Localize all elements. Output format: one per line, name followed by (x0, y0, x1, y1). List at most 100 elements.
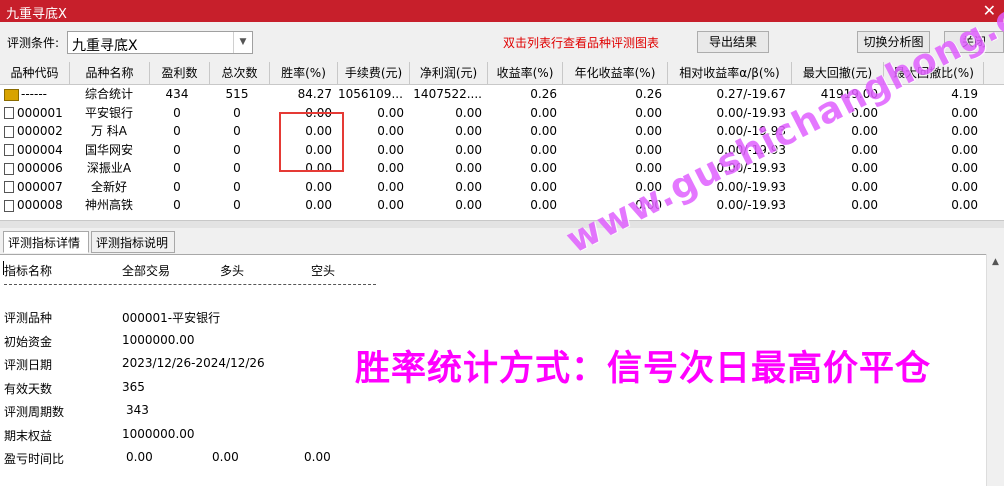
cell-name: 综合统计 (84, 87, 133, 101)
detail-item-all: 343 (126, 403, 149, 417)
tab-bar: 评测指标详情 评测指标说明 (0, 228, 1004, 254)
document-icon (4, 107, 14, 119)
column-header-fee[interactable]: 手续费(元) (338, 62, 410, 84)
cell-net-profit: 1407522.... (413, 87, 482, 101)
document-icon (4, 162, 14, 175)
row-code-text: 000007 (17, 179, 63, 194)
column-header-name[interactable]: 品种名称 (70, 62, 150, 84)
cell-code: 000004 (4, 141, 74, 159)
detail-item-label: 评测日期 (4, 358, 53, 372)
detail-divider (4, 284, 376, 285)
cell-max-drawdown-ratio: 0.00 (951, 124, 978, 138)
cell-net-profit: 0.00 (455, 124, 482, 138)
column-header-net-profit[interactable]: 净利润(元) (410, 62, 488, 84)
cell-win-count: 0 (173, 105, 181, 120)
cell-return-rate: 0.00 (530, 105, 557, 120)
cell-name: 深振业A (86, 161, 132, 175)
cell-annual-return: 0.00 (635, 124, 662, 138)
cell-name: 全新好 (90, 179, 127, 194)
tab-indicator-detail[interactable]: 评测指标详情 (3, 231, 89, 253)
cell-max-drawdown: 0.00 (851, 179, 878, 194)
detail-item-all: 0.00 (126, 450, 153, 464)
table-row[interactable]: 000006 深振业A 0 0 0.00 0.00 0.00 0.00 0.00 0.00/-19… (0, 159, 1004, 178)
cell-fee: 0.00 (377, 198, 404, 212)
cell-win-count: 0 (173, 198, 181, 212)
column-header-win-count[interactable]: 盈利数 (150, 62, 210, 84)
cell-net-profit: 0.00 (455, 198, 482, 212)
table-row[interactable]: 000008 神州高铁 0 0 0.00 0.00 0.00 0.00 0.00 0.00/-19… (0, 196, 1004, 215)
document-icon (4, 125, 14, 138)
window-title: 九重寻底X (6, 7, 67, 22)
cell-fee: 0.00 (377, 142, 404, 157)
detail-header-long: 多头 (220, 264, 245, 278)
detail-item-label: 评测周期数 (4, 405, 65, 419)
column-header-total-count[interactable]: 总次数 (210, 62, 270, 84)
row-code-text: 000008 (17, 198, 63, 212)
cell-return-rate: 0.00 (530, 124, 557, 138)
title-bar: 九重寻底X ✕ (0, 0, 1004, 22)
cell-max-drawdown-ratio: 0.00 (951, 105, 978, 120)
column-header-relative-return[interactable]: 相对收益率α/β(%) (668, 62, 792, 84)
scroll-up-icon[interactable]: ▲ (987, 254, 1004, 271)
cell-return-rate: 0.00 (530, 142, 557, 157)
win-rate-highlight (279, 112, 344, 172)
cell-win-rate: 0.00 (305, 198, 332, 212)
column-header-win-rate[interactable]: 胜率(%) (270, 62, 338, 84)
condition-select[interactable]: 九重寻底X ▼ (67, 31, 253, 54)
row-code-text: 000004 (17, 142, 63, 157)
cell-win-rate: 0.00 (305, 179, 332, 194)
cell-max-drawdown: 0.00 (851, 161, 878, 175)
cell-name: 万 科A (90, 124, 128, 138)
table-row[interactable]: 000004 国华网安 0 0 0.00 0.00 0.00 0.00 0.00 0.00/-19… (0, 141, 1004, 160)
cell-win-rate: 84.27 (297, 87, 332, 101)
cell-total-count: 0 (233, 198, 241, 212)
cell-net-profit: 0.00 (455, 161, 482, 175)
cell-name: 国华网安 (84, 142, 133, 157)
cell-max-drawdown: 0.00 (851, 198, 878, 212)
document-icon (4, 199, 14, 212)
detail-header-short: 空头 (311, 264, 336, 278)
cell-return-rate: 0.26 (530, 87, 557, 101)
cell-net-profit: 0.00 (455, 142, 482, 157)
detail-scrollbar[interactable]: ▲ (986, 254, 1004, 486)
cell-net-profit: 0.00 (455, 105, 482, 120)
table-row[interactable]: 000002 万 科A 0 0 0.00 0.00 0.00 0.00 0.00 0.00/-19… (0, 122, 1004, 141)
detail-item-label: 有效天数 (4, 381, 53, 396)
cell-max-drawdown-ratio: 0.00 (951, 142, 978, 157)
cell-max-drawdown-ratio: 0.00 (951, 179, 978, 194)
detail-item-short: 0.00 (304, 450, 331, 464)
table-row[interactable]: 000007 全新好 0 0 0.00 0.00 0.00 0.00 0.00 0.00/-19.… (0, 178, 1004, 197)
detail-item-all: 000001-平安银行 (122, 311, 221, 325)
cell-win-count: 0 (173, 179, 181, 194)
detail-item-all: 1000000.00 (122, 426, 195, 441)
cell-annual-return: 0.00 (635, 161, 662, 175)
cell-max-drawdown-ratio: 0.00 (951, 161, 978, 175)
detail-item-all: 365 (122, 379, 145, 394)
document-icon (4, 181, 14, 193)
column-header-annual-return[interactable]: 年化收益率(%) (563, 62, 668, 84)
cell-code: 000008 (4, 196, 74, 214)
cell-fee: 0.00 (377, 179, 404, 194)
row-code-text: 000006 (17, 161, 63, 175)
detail-item-label: 期末权益 (4, 428, 53, 443)
chevron-down-icon[interactable]: ▼ (233, 32, 252, 53)
tab-indicator-explanation[interactable]: 评测指标说明 (91, 231, 175, 253)
cell-total-count: 0 (233, 179, 241, 194)
row-code-text: 000002 (17, 124, 63, 138)
column-header-code[interactable]: 品种代码 (0, 62, 70, 84)
condition-label: 评测条件: (7, 36, 60, 50)
detail-item-all: 1000000.00 (122, 332, 195, 347)
column-header-return-rate[interactable]: 收益率(%) (488, 62, 563, 84)
cell-fee: 0.00 (377, 124, 404, 138)
detail-item-label: 评测品种 (4, 311, 53, 325)
cell-code: 000006 (4, 159, 74, 177)
cell-win-count: 0 (173, 124, 181, 138)
toolbar: 评测条件: 九重寻底X ▼ 双击列表行查看品种评测图表 导出结果 切换分析图 关… (0, 22, 1004, 62)
cell-name: 神州高铁 (84, 198, 133, 212)
cell-win-count: 434 (165, 87, 189, 101)
cell-max-drawdown-ratio: 0.00 (951, 198, 978, 212)
detail-item-all: 2023/12/26-2024/12/26 (122, 356, 265, 370)
export-button[interactable]: 导出结果 (697, 31, 769, 53)
cell-total-count: 0 (233, 105, 241, 120)
cell-annual-return: 0.00 (635, 105, 662, 120)
